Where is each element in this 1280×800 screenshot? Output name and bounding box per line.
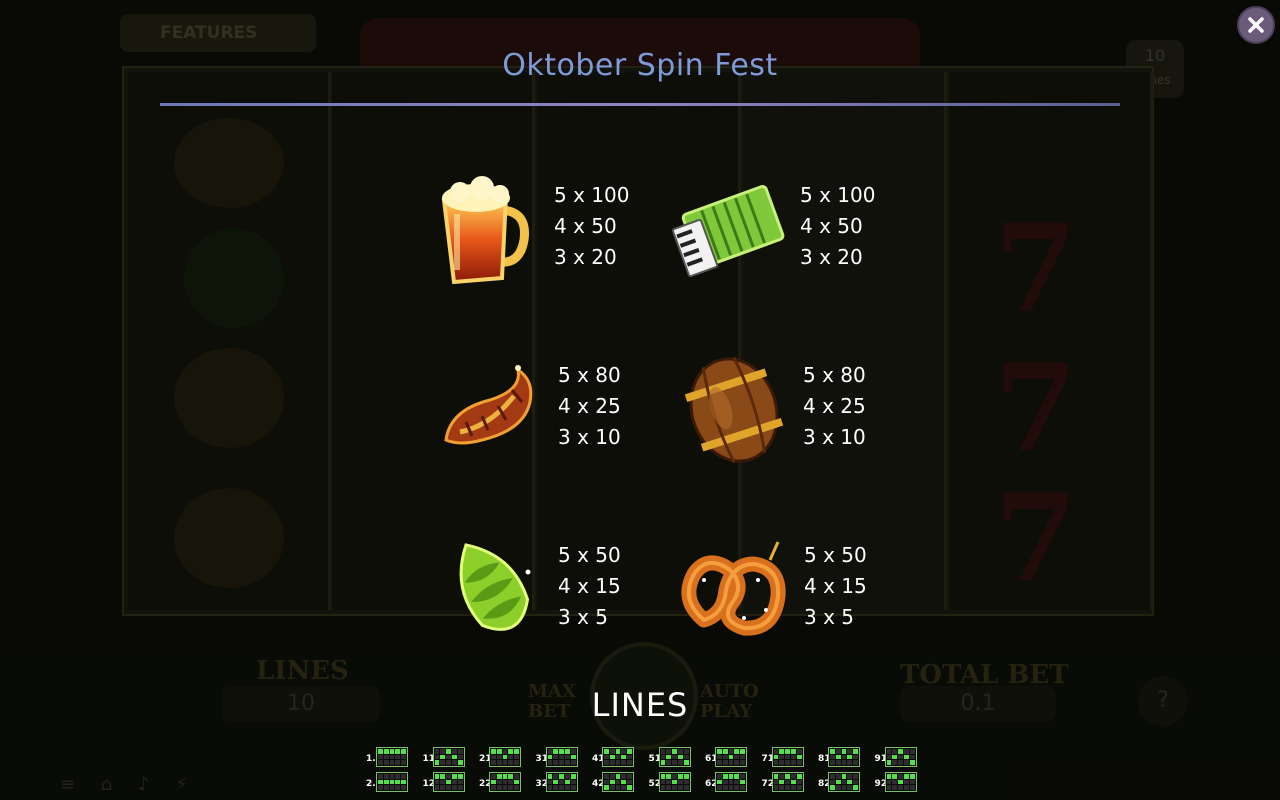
payline-diagram: 52. xyxy=(649,772,705,794)
payline-grid-icon xyxy=(489,772,521,792)
page-title: Oktober Spin Fest xyxy=(502,48,778,83)
payline-grid-icon xyxy=(545,772,578,792)
payline-grid-icon xyxy=(376,772,408,792)
payline-diagram: 41. xyxy=(592,747,648,769)
payline-diagram: 61. xyxy=(705,747,761,769)
payout-line: 5 x 80 xyxy=(558,363,621,387)
payline-grid-icon xyxy=(432,747,465,767)
paytable-item-beer-mug: 5 x 100 4 x 50 3 x 20 xyxy=(424,170,684,290)
paytable-item-accordion: 5 x 100 4 x 50 3 x 20 xyxy=(670,170,930,290)
payline-diagram: 11. xyxy=(423,747,479,769)
payline-grid-icon xyxy=(884,772,917,792)
payout-line: 3 x 5 xyxy=(804,605,854,629)
payline-diagram: 2. xyxy=(366,772,422,794)
payline-diagram: 1. xyxy=(366,747,422,769)
title-divider xyxy=(160,103,1120,106)
payline-diagram: 51. xyxy=(649,747,705,769)
payline-grid-icon xyxy=(545,747,578,767)
payline-grid-icon xyxy=(658,747,691,767)
payline-grid-icon xyxy=(715,747,747,767)
payout-line: 4 x 15 xyxy=(558,574,621,598)
paytable-item-barrel: 5 x 80 4 x 25 3 x 10 xyxy=(674,350,934,470)
payout-line: 3 x 10 xyxy=(558,425,621,449)
payline-grid-icon xyxy=(771,747,804,767)
payout-line: 3 x 10 xyxy=(803,425,866,449)
close-icon xyxy=(1248,17,1264,33)
payline-grid-icon xyxy=(376,747,408,767)
payline-grid-icon xyxy=(602,747,634,767)
payline-grid-icon xyxy=(828,747,860,767)
payout-line: 5 x 100 xyxy=(554,183,630,207)
payline-number: 2. xyxy=(366,779,376,789)
pretzel-icon xyxy=(674,530,794,650)
payline-number: 1. xyxy=(366,754,376,764)
payout-line: 4 x 50 xyxy=(554,214,617,238)
payline-diagram: 72. xyxy=(762,772,818,794)
payline-diagram: 92. xyxy=(875,772,931,794)
barrel-icon xyxy=(674,350,794,470)
payout-line: 4 x 50 xyxy=(800,214,863,238)
payout-line: 5 x 50 xyxy=(804,543,867,567)
sausage-icon xyxy=(430,350,550,470)
payout-line: 3 x 20 xyxy=(554,245,617,269)
payline-grid-icon xyxy=(771,772,804,792)
payout-line: 4 x 25 xyxy=(558,394,621,418)
payout-line: 5 x 80 xyxy=(803,363,866,387)
payout-line: 4 x 15 xyxy=(804,574,867,598)
payline-diagram: 91. xyxy=(875,747,931,769)
payline-diagram: 32. xyxy=(536,772,592,794)
payline-diagram: 21. xyxy=(479,747,535,769)
payout-line: 5 x 50 xyxy=(558,543,621,567)
payline-grid-icon xyxy=(884,747,917,767)
payline-grid-icon xyxy=(828,772,860,792)
payline-grid-icon xyxy=(715,772,747,792)
payout-line: 3 x 5 xyxy=(558,605,608,629)
payline-diagram: 71. xyxy=(762,747,818,769)
payline-grid-icon xyxy=(432,772,465,792)
payline-diagram: 82. xyxy=(818,772,874,794)
payout-line: 5 x 100 xyxy=(800,183,876,207)
accordion-icon xyxy=(670,170,790,290)
payout-line: 3 x 20 xyxy=(800,245,863,269)
paytable-item-pretzel: 5 x 50 4 x 15 3 x 5 xyxy=(674,530,934,650)
payline-grid-icon xyxy=(489,747,521,767)
payline-diagram: 22. xyxy=(479,772,535,794)
beer-mug-icon xyxy=(424,170,544,290)
paytable-item-sausage: 5 x 80 4 x 25 3 x 10 xyxy=(430,350,690,470)
hops-icon xyxy=(432,530,552,650)
payline-grid-icon xyxy=(658,772,691,792)
lines-heading: LINES xyxy=(591,686,689,724)
payline-diagram: 12. xyxy=(423,772,479,794)
payline-diagram: 31. xyxy=(536,747,592,769)
payline-diagram: 42. xyxy=(592,772,648,794)
paytable-item-hops: 5 x 50 4 x 15 3 x 5 xyxy=(432,530,692,650)
payout-line: 4 x 25 xyxy=(803,394,866,418)
payline-diagram: 62. xyxy=(705,772,761,794)
close-button[interactable] xyxy=(1237,6,1275,44)
payline-grid-icon xyxy=(602,772,634,792)
payline-diagram: 81. xyxy=(818,747,874,769)
